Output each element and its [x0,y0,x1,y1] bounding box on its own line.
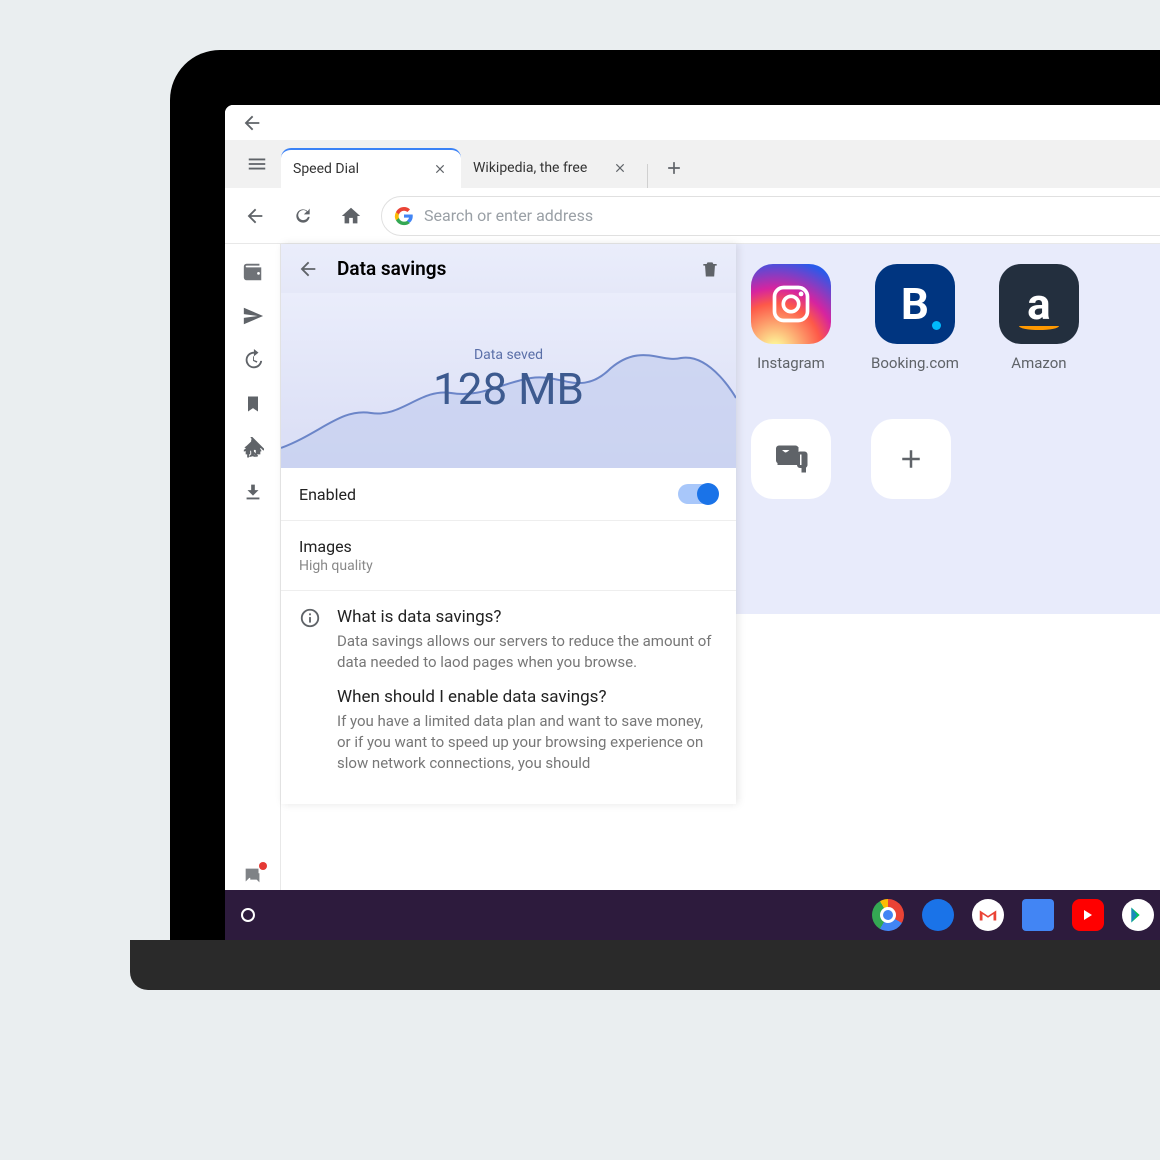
enabled-label: Enabled [299,485,356,504]
info-question-1: What is data savings? [337,607,718,627]
speed-dial-label: Booking.com [871,354,959,372]
taskbar-youtube-icon[interactable] [1072,899,1104,931]
images-quality-row[interactable]: Images High quality [281,521,736,591]
taskbar-gmail-icon[interactable] [972,899,1004,931]
data-savings-chart: Data seved 128 MB [281,293,736,468]
offline-icon[interactable] [233,428,273,468]
tab-wikipedia[interactable]: Wikipedia, the free [461,148,641,188]
notification-dot [259,862,267,870]
speed-dial-label: Amazon [1011,354,1066,372]
speed-dial-booking[interactable]: B Booking.com [871,264,959,372]
tab-strip: Speed Dial Wikipedia, the free [225,140,1160,188]
os-taskbar [225,890,1160,940]
close-icon[interactable] [431,160,449,178]
instagram-icon [751,264,831,344]
launcher-icon[interactable] [241,908,255,922]
address-bar-row [225,188,1160,244]
toggle-switch[interactable] [678,484,718,504]
speed-dial-row-2 [751,419,951,499]
laptop-device-frame: Speed Dial Wikipedia, the free [170,50,1160,940]
main-menu-button[interactable] [233,140,281,188]
taskbar-docs-icon[interactable] [1022,899,1054,931]
taskbar-files-icon[interactable] [922,899,954,931]
google-icon [394,206,414,226]
address-bar[interactable] [381,196,1160,236]
trash-icon[interactable] [700,259,720,279]
speed-dial-add-tile[interactable] [871,419,951,499]
speed-dial-label: Instagram [757,354,825,372]
images-value: High quality [299,558,718,574]
chart-value: 128 MB [433,363,584,415]
tab-label: Speed Dial [293,161,359,177]
wallet-icon[interactable] [233,252,273,292]
taskbar-chrome-icon[interactable] [872,899,904,931]
history-icon[interactable] [233,340,273,380]
info-icon [299,607,321,788]
window-back-icon[interactable] [241,112,263,134]
speed-dial-row-1: Instagram B Booking.com a Amazon [751,264,1079,372]
speed-dial-amazon[interactable]: a Amazon [999,264,1079,372]
speed-dial-page: Instagram B Booking.com a Amazon [281,244,1160,940]
amazon-icon: a [999,264,1079,344]
new-tab-button[interactable] [654,148,694,188]
images-label: Images [299,537,718,556]
laptop-base [130,940,1160,990]
info-section: What is data savings? Data savings allow… [281,591,736,804]
speed-dial-sync-tile[interactable] [751,419,831,499]
reload-button[interactable] [285,198,321,234]
info-question-2: When should I enable data savings? [337,687,718,707]
panel-title: Data savings [337,257,682,280]
close-icon[interactable] [611,159,629,177]
divider [647,164,648,188]
bookmark-icon[interactable] [233,384,273,424]
info-answer-1: Data savings allows our servers to reduc… [337,631,718,673]
panel-header: Data savings [281,244,736,293]
info-answer-2: If you have a limited data plan and want… [337,711,718,774]
tab-label: Wikipedia, the free [473,160,587,176]
nav-back-button[interactable] [237,198,273,234]
panel-back-button[interactable] [297,258,319,280]
send-icon[interactable] [233,296,273,336]
data-savings-panel: Data savings Data seved 128 MB Enabled [281,244,736,804]
taskbar-play-icon[interactable] [1122,899,1154,931]
speed-dial-instagram[interactable]: Instagram [751,264,831,372]
booking-icon: B [875,264,955,344]
tab-speed-dial[interactable]: Speed Dial [281,148,461,188]
left-rail [225,244,281,940]
address-input[interactable] [424,206,1160,225]
home-button[interactable] [333,198,369,234]
enabled-toggle-row[interactable]: Enabled [281,468,736,521]
download-icon[interactable] [233,472,273,512]
screen: Speed Dial Wikipedia, the free [225,105,1160,940]
window-title-bar [225,105,1160,140]
chart-caption: Data seved [474,347,543,363]
